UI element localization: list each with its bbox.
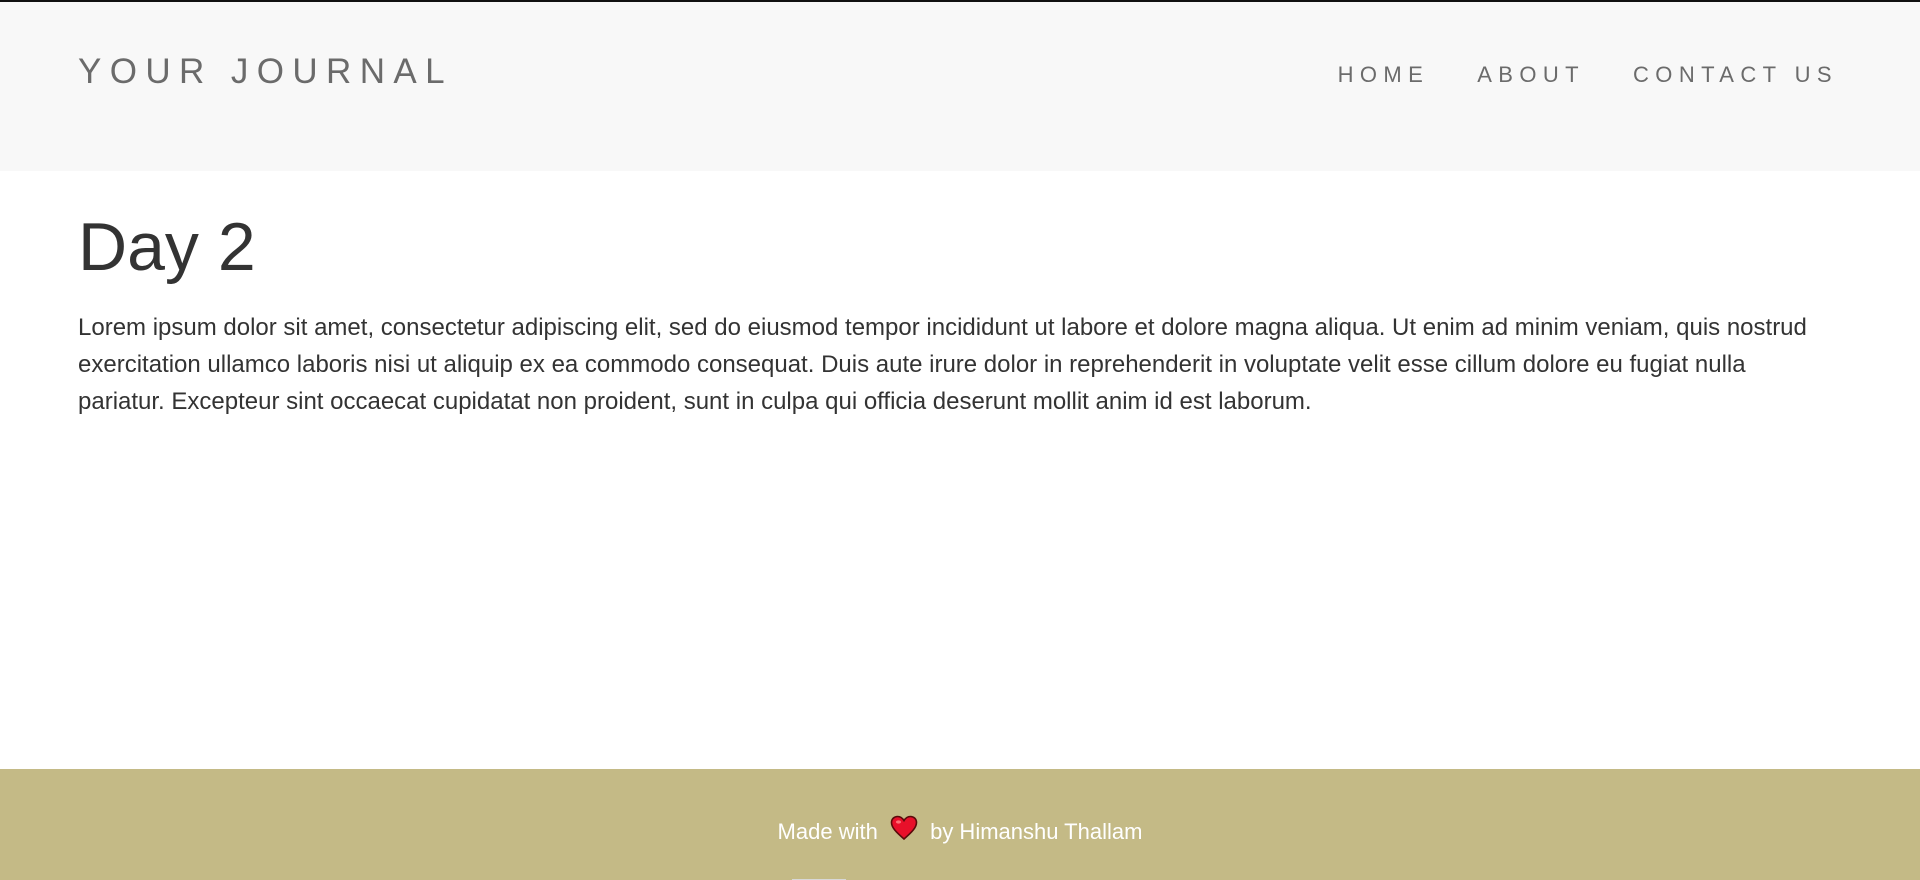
footer-author-text: by Himanshu Thallam: [930, 818, 1143, 844]
nav-link-contact-us[interactable]: CONTACT US: [1633, 64, 1838, 86]
brand-logo-link[interactable]: YOUR JOURNAL: [78, 54, 453, 89]
heart-icon: [890, 815, 918, 847]
post-title: Day 2: [78, 209, 256, 285]
navbar: YOUR JOURNAL HOME ABOUT CONTACT US: [0, 2, 1920, 171]
footer-prefix-text: Made with: [777, 818, 878, 844]
page: YOUR JOURNAL HOME ABOUT CONTACT US Day 2…: [0, 0, 1920, 880]
nav-link-home[interactable]: HOME: [1338, 64, 1430, 86]
nav-link-about[interactable]: ABOUT: [1477, 64, 1585, 86]
post-body: Lorem ipsum dolor sit amet, consectetur …: [78, 314, 1807, 415]
footer-credit: Made with by Himanshu Thallam: [0, 815, 1920, 849]
footer: Made with by Himanshu Thallam: [0, 769, 1920, 880]
nav-menu: HOME ABOUT CONTACT US: [1338, 64, 1838, 86]
post-content: Day 2 Lorem ipsum dolor sit amet, consec…: [78, 207, 1838, 420]
